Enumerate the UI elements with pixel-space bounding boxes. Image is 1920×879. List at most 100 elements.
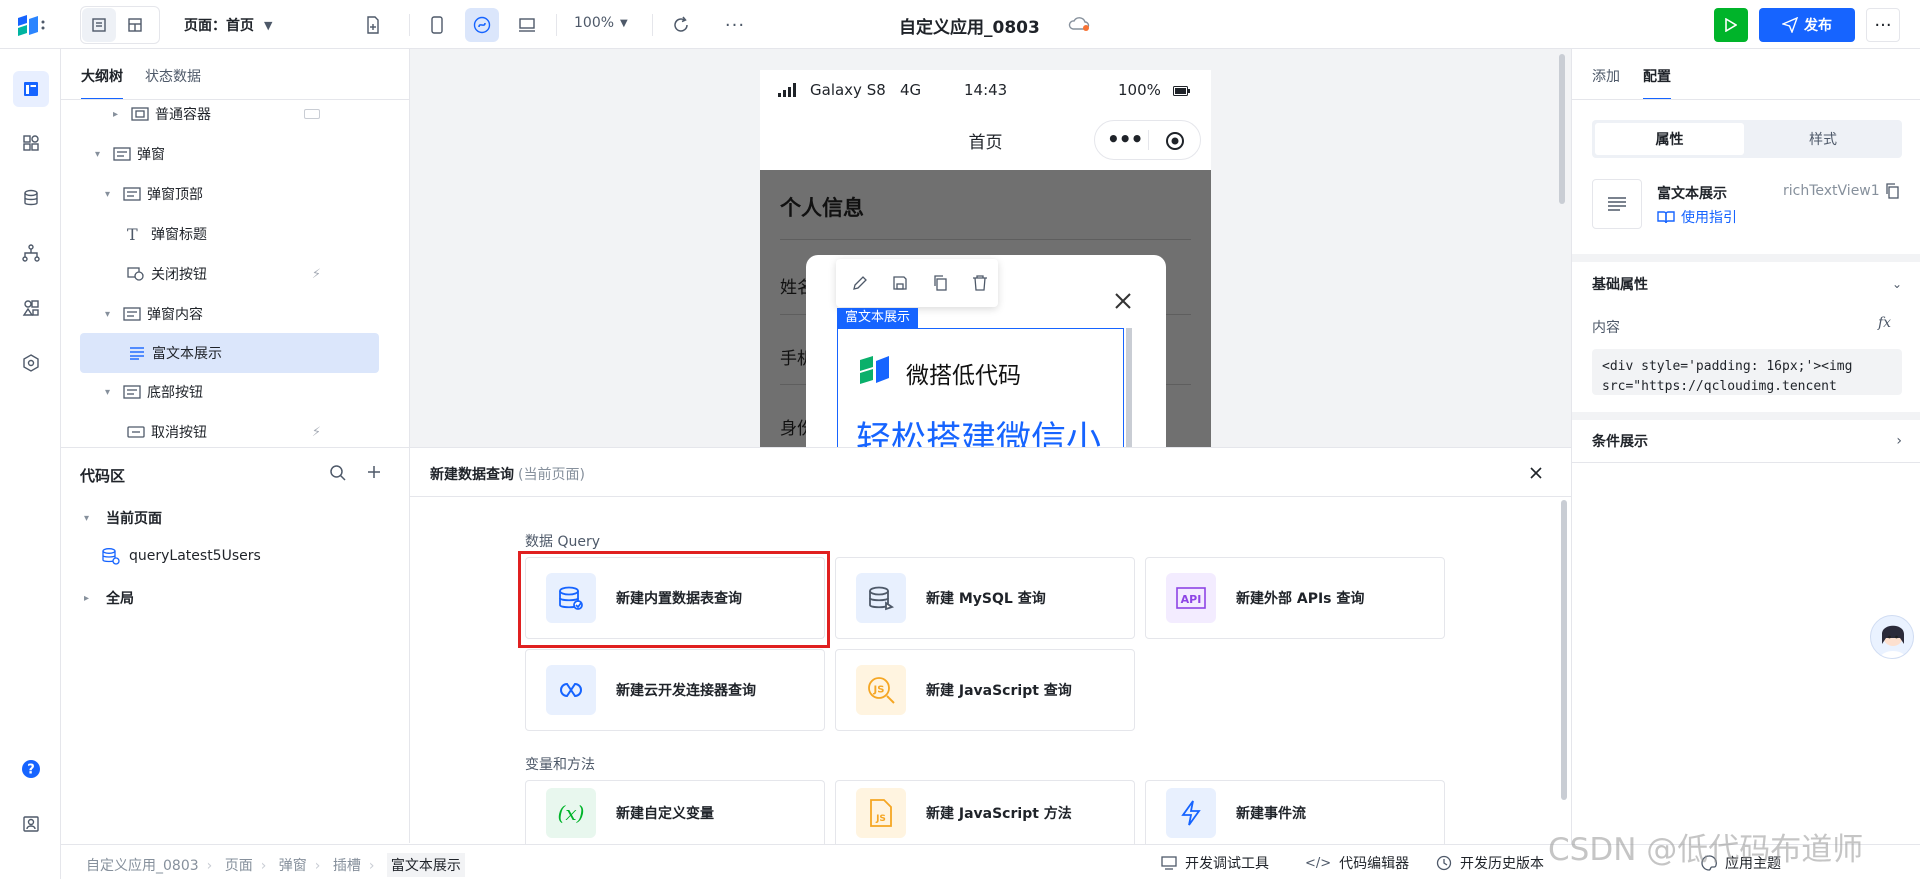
- card-external-api-query[interactable]: API 新建外部 APIs 查询: [1145, 557, 1445, 639]
- flow-icon[interactable]: [13, 235, 49, 271]
- caret-right-icon: ▸: [84, 592, 90, 604]
- tree-node-close-button[interactable]: 关闭按钮 ⚡: [79, 255, 379, 293]
- more-icon[interactable]: ···: [718, 8, 752, 42]
- chevron-down-icon: ▼: [620, 17, 628, 29]
- seg-properties[interactable]: 属性: [1595, 123, 1744, 155]
- card-label: 新建自定义变量: [616, 806, 714, 822]
- search-icon[interactable]: [329, 464, 347, 482]
- variable-icon: (x): [546, 788, 596, 838]
- tree-group-global[interactable]: ▸ 全局: [84, 588, 134, 608]
- tool-label: 开发历史版本: [1460, 856, 1544, 872]
- tab-state-data[interactable]: 状态数据: [145, 66, 201, 86]
- query-item[interactable]: queryLatest5Users: [101, 547, 261, 565]
- basic-props-header[interactable]: 基础属性 ⌄: [1592, 269, 1902, 299]
- conditional-display-header[interactable]: 条件展示 ›: [1592, 426, 1902, 456]
- caret-down-icon: ▾: [95, 148, 101, 160]
- page-selector-label: 页面：首页: [184, 18, 254, 34]
- publish-button[interactable]: 发布: [1759, 8, 1855, 42]
- copy-icon[interactable]: [1885, 183, 1899, 199]
- page-selector[interactable]: 页面：首页 ▼: [184, 15, 272, 35]
- tree-node-modal[interactable]: ▾ 弹窗: [79, 135, 379, 173]
- svg-text:?: ?: [27, 763, 35, 778]
- help-icon[interactable]: ?: [13, 751, 49, 787]
- zoom-selector[interactable]: 100% ▼: [574, 15, 628, 31]
- text-icon: T: [127, 224, 138, 244]
- history-versions-button[interactable]: 开发历史版本: [1436, 853, 1544, 873]
- tab-config[interactable]: 配置: [1643, 66, 1671, 100]
- tree-node-modal-content[interactable]: ▾ 弹窗内容: [79, 295, 379, 333]
- rich-text-icon: [130, 347, 144, 360]
- more-dots-icon[interactable]: •••: [1107, 127, 1143, 151]
- refresh-icon[interactable]: [664, 8, 698, 42]
- fx-icon[interactable]: fx: [1878, 315, 1891, 331]
- code-editor-button[interactable]: </> 代码编辑器: [1305, 853, 1409, 873]
- seg-style[interactable]: 样式: [1747, 123, 1899, 155]
- settings-icon[interactable]: [13, 345, 49, 381]
- card-label: 新建云开发连接器查询: [616, 683, 756, 699]
- tree-node-rich-text[interactable]: 富文本展示: [80, 333, 379, 373]
- delete-icon[interactable]: [972, 275, 988, 291]
- canvas-scrollbar[interactable]: [1559, 54, 1565, 204]
- breadcrumb-item[interactable]: 页面: [225, 855, 253, 875]
- card-javascript-method[interactable]: JS 新建 JavaScript 方法: [835, 780, 1135, 845]
- breadcrumb: 自定义应用_0803 › 页面 › 弹窗 › 插槽 › 富文本展示: [86, 853, 473, 877]
- tree-node-label: 取消按钮: [151, 425, 207, 441]
- copy-icon[interactable]: [932, 275, 948, 291]
- tree-node-modal-title[interactable]: T 弹窗标题: [79, 215, 379, 253]
- component-id: richTextView1: [1783, 183, 1880, 199]
- dialog-scrollbar[interactable]: [1561, 500, 1567, 800]
- caret-down-icon: ▾: [84, 512, 90, 524]
- desktop-device-icon[interactable]: [510, 8, 544, 42]
- dialog-subtitle: (当前页面): [518, 467, 585, 483]
- card-custom-variable[interactable]: (x) 新建自定义变量: [525, 780, 825, 845]
- edit-icon[interactable]: [852, 275, 868, 291]
- add-page-icon[interactable]: [356, 8, 390, 42]
- outline-view-icon[interactable]: [82, 8, 116, 42]
- dev-tools-button[interactable]: 开发调试工具: [1161, 853, 1269, 873]
- rich-text-selection[interactable]: 微搭低代码 轻松搭建微信小: [837, 328, 1124, 447]
- tree-node-label: 弹窗顶部: [147, 187, 203, 203]
- code-brackets-icon: </>: [1305, 855, 1332, 871]
- tab-add[interactable]: 添加: [1592, 66, 1620, 86]
- outline-icon[interactable]: [13, 71, 49, 107]
- card-javascript-query[interactable]: JS 新建 JavaScript 查询: [835, 649, 1135, 731]
- layout-view-icon[interactable]: [118, 8, 152, 42]
- container-icon: [123, 187, 141, 201]
- mysql-db-icon: [856, 573, 906, 623]
- section-heading: 数据 Query: [525, 534, 600, 550]
- publish-label: 发布: [1804, 18, 1832, 34]
- card-cloud-connector-query[interactable]: 新建云开发连接器查询: [525, 649, 825, 731]
- breadcrumb-item[interactable]: 弹窗: [279, 855, 307, 875]
- usage-guide-link[interactable]: 使用指引: [1657, 207, 1737, 227]
- save-icon[interactable]: [892, 275, 908, 291]
- capsule-menu[interactable]: •••: [1094, 120, 1201, 160]
- assistant-avatar[interactable]: [1870, 615, 1914, 659]
- tree-node-container[interactable]: ▸ 普通容器: [79, 95, 379, 133]
- breadcrumb-item[interactable]: 富文本展示: [386, 853, 465, 877]
- database-icon[interactable]: [13, 180, 49, 216]
- tree-node-footer[interactable]: ▾ 底部按钮: [79, 373, 379, 411]
- mobile-device-icon[interactable]: [420, 8, 454, 42]
- tree-node-modal-header[interactable]: ▾ 弹窗顶部: [79, 175, 379, 213]
- tree-node-cancel-button[interactable]: 取消按钮 ⚡: [79, 413, 379, 447]
- card-mysql-query[interactable]: 新建 MySQL 查询: [835, 557, 1135, 639]
- account-icon[interactable]: [13, 806, 49, 842]
- app-logo[interactable]: [16, 14, 46, 36]
- components-icon[interactable]: [13, 125, 49, 161]
- resources-icon[interactable]: [13, 290, 49, 326]
- miniprogram-device-icon[interactable]: [465, 8, 499, 42]
- breadcrumb-item[interactable]: 插槽: [333, 855, 361, 875]
- close-icon[interactable]: [1529, 466, 1543, 480]
- run-button[interactable]: [1714, 8, 1748, 42]
- more-menu-button[interactable]: ···: [1866, 8, 1900, 42]
- add-icon[interactable]: [366, 464, 382, 480]
- card-event-flow[interactable]: 新建事件流: [1145, 780, 1445, 845]
- breadcrumb-item[interactable]: 自定义应用_0803: [86, 855, 199, 875]
- battery-percent: 100%: [1118, 81, 1161, 99]
- close-icon[interactable]: [1113, 291, 1133, 311]
- content-code-editor[interactable]: <div style='padding: 16px;'><img src="ht…: [1592, 349, 1902, 395]
- tree-group-current-page[interactable]: ▾ 当前页面: [84, 508, 162, 528]
- tab-outline-tree[interactable]: 大纲树: [81, 66, 123, 100]
- close-target-icon[interactable]: [1165, 131, 1185, 151]
- tree-node-label: 富文本展示: [152, 346, 222, 362]
